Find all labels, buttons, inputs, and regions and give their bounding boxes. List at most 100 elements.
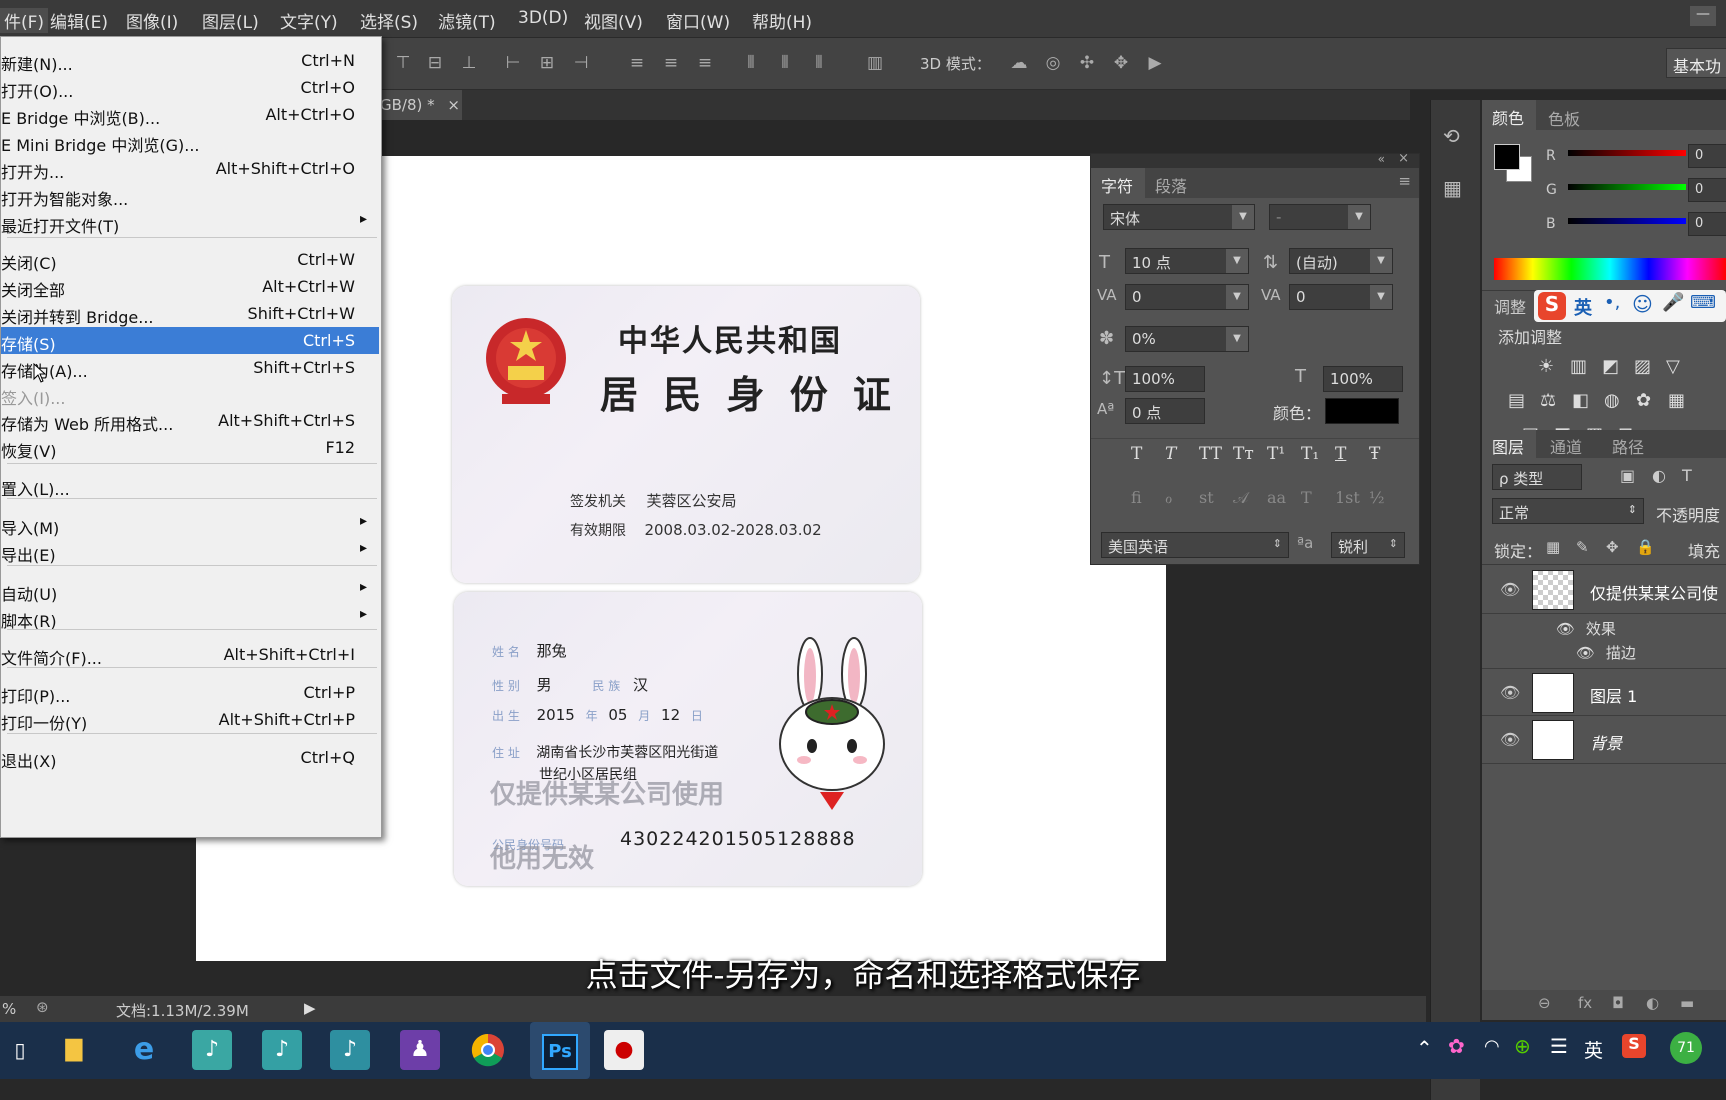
distribute-bottom-icon[interactable]: ≡ [694, 52, 716, 74]
brightness-icon[interactable]: ☀ [1538, 356, 1554, 377]
file-menu-item[interactable]: 导入(M) ▸ [1, 511, 379, 538]
sogou-logo-icon[interactable]: S [1538, 292, 1566, 320]
channel-mixer-icon[interactable]: ✿ [1636, 390, 1651, 411]
align-right-icon[interactable]: ⊣ [570, 52, 592, 74]
close-tab-icon[interactable]: × [447, 96, 460, 114]
document-tab[interactable]: GB/8) * × [380, 90, 462, 120]
app-miku-1-icon[interactable]: ♪ [192, 1030, 232, 1070]
tab-adjustments[interactable]: 调整 [1494, 294, 1526, 318]
layer-row[interactable]: 👁 背景 [1482, 716, 1726, 764]
b-slider[interactable] [1568, 218, 1686, 224]
close-icon[interactable]: × [1398, 151, 1409, 166]
link-layers-icon[interactable]: ⊖ [1538, 994, 1551, 1012]
ime-lang-indicator[interactable]: 英 [1574, 294, 1592, 320]
g-input[interactable]: 0 [1688, 178, 1726, 202]
file-menu-item[interactable]: 退出(X) Ctrl+Q [1, 744, 379, 771]
bw-icon[interactable]: ◧ [1572, 390, 1589, 411]
notification-icon[interactable]: ☰ [1550, 1034, 1568, 1058]
3d-pan-icon[interactable]: ✣ [1076, 52, 1098, 74]
font-style-select[interactable]: - ▼ [1269, 204, 1371, 230]
menu-select[interactable]: 选择(S) [360, 8, 418, 33]
3d-slide-icon[interactable]: ✥ [1110, 52, 1132, 74]
font-size-select[interactable]: 10 点 ▼ [1125, 248, 1249, 274]
workspace-selector[interactable]: 基本功 [1666, 48, 1726, 78]
distribute-hcenter-icon[interactable]: ⫴ [774, 52, 796, 74]
file-menu-item[interactable]: 打印(P)... Ctrl+P [1, 679, 379, 706]
file-menu-item[interactable]: 关闭全部 Alt+Ctrl+W [1, 273, 379, 300]
menu-window[interactable]: 窗口(W) [666, 8, 730, 33]
3d-rotate-icon[interactable]: ☁ [1008, 52, 1030, 74]
layer-name[interactable]: 仅提供某某公司使 [1590, 580, 1718, 604]
status-icon[interactable]: ⊛ [36, 998, 49, 1016]
opentype-button[interactable]: ½ [1369, 488, 1385, 507]
tsume-select[interactable]: 0% ▼ [1125, 326, 1249, 352]
add-mask-icon[interactable]: ◘ [1612, 994, 1624, 1012]
filter-adjust-icon[interactable]: ◐ [1652, 466, 1666, 485]
opentype-button[interactable]: fi [1131, 488, 1142, 507]
align-left-icon[interactable]: ⊢ [502, 52, 524, 74]
input-language-indicator[interactable]: 英 [1584, 1036, 1603, 1063]
color-spectrum[interactable] [1494, 258, 1726, 280]
opentype-button[interactable]: T [1301, 488, 1312, 507]
ime-toolbar[interactable]: S 英 •, ☺ 🎤 ⌨ [1534, 290, 1726, 322]
network-icon[interactable]: ◠ [1484, 1036, 1500, 1057]
file-menu-item[interactable]: E Mini Bridge 中浏览(G)... [1, 128, 379, 155]
align-bottom-icon[interactable]: ⊥ [458, 52, 480, 74]
emoji-icon[interactable]: ☺ [1632, 292, 1653, 316]
file-menu-item[interactable]: 置入(L)... [1, 472, 379, 499]
opentype-button[interactable]: st [1199, 488, 1214, 507]
file-menu-item[interactable]: 新建(N)... Ctrl+N [1, 47, 379, 74]
chrome-browser-icon[interactable] [468, 1030, 508, 1070]
text-style-button[interactable]: Tт [1233, 444, 1254, 464]
tab-character[interactable]: 字符 [1091, 168, 1145, 198]
3d-roll-icon[interactable]: ◎ [1042, 52, 1064, 74]
new-adjustment-icon[interactable]: ◐ [1646, 994, 1659, 1012]
file-menu-item[interactable]: 打开(O)... Ctrl+O [1, 74, 379, 101]
lock-move-icon[interactable]: ✥ [1606, 538, 1619, 556]
menu-filter[interactable]: 滤镜(T) [438, 8, 496, 33]
microphone-icon[interactable]: 🎤 [1662, 292, 1684, 313]
collapse-icon[interactable]: « [1378, 152, 1385, 166]
hue-icon[interactable]: ▤ [1508, 390, 1525, 411]
distribute-right-icon[interactable]: ⫴ [808, 52, 830, 74]
menu-type[interactable]: 文字(Y) [280, 8, 338, 33]
file-menu-item[interactable]: 最近打开文件(T) ▸ [1, 209, 379, 236]
file-menu-item[interactable]: 文件简介(F)... Alt+Shift+Ctrl+I [1, 641, 379, 668]
file-menu-item[interactable]: 脚本(R) ▸ [1, 604, 379, 631]
align-hcenter-icon[interactable]: ⊞ [536, 52, 558, 74]
b-input[interactable]: 0 [1688, 212, 1726, 236]
layer-name[interactable]: 图层 1 [1590, 683, 1637, 707]
status-menu-arrow-icon[interactable]: ▶ [304, 999, 316, 1017]
file-menu-item[interactable]: 导出(E) ▸ [1, 538, 379, 565]
menu-view[interactable]: 视图(V) [584, 8, 643, 33]
new-group-icon[interactable]: ▬ [1680, 994, 1694, 1012]
lookup-icon[interactable]: ▦ [1668, 390, 1685, 411]
file-menu-item[interactable]: 存储为 Web 所用格式... Alt+Shift+Ctrl+S [1, 407, 379, 434]
file-menu-item[interactable]: 存储为(A)... Shift+Ctrl+S [1, 354, 379, 381]
vibrance-icon[interactable]: ▽ [1666, 356, 1680, 377]
file-menu-item[interactable]: 关闭(C) Ctrl+W [1, 246, 379, 273]
file-menu-item[interactable]: 打开为智能对象... [1, 182, 379, 209]
tray-chevron-up-icon[interactable]: ⌃ [1416, 1036, 1433, 1060]
punctuation-icon[interactable]: •, [1604, 292, 1620, 313]
lock-all-icon[interactable]: 🔒 [1636, 538, 1655, 556]
distribute-left-icon[interactable]: ⫴ [740, 52, 762, 74]
fx-icon[interactable]: fx [1578, 994, 1592, 1012]
text-style-button[interactable]: Ŧ [1369, 444, 1380, 464]
panel-titlebar[interactable]: « × [1091, 151, 1419, 168]
eye-icon[interactable]: 👁 [1500, 580, 1520, 599]
tray-plus-icon[interactable]: ⊕ [1514, 1034, 1531, 1058]
keyboard-icon[interactable]: ⌨ [1690, 292, 1716, 313]
app-miku-2-icon[interactable]: ♪ [262, 1030, 302, 1070]
levels-icon[interactable]: ▥ [1570, 356, 1587, 377]
foreground-color-swatch[interactable] [1494, 144, 1520, 170]
tab-swatches[interactable]: 色板 [1548, 106, 1580, 130]
language-select[interactable]: 美国英语 ⇕ [1101, 532, 1289, 558]
screen-recorder-icon[interactable]: ● [604, 1030, 644, 1070]
layer-row[interactable]: 👁 仅提供某某公司使 [1482, 566, 1726, 614]
menu-help[interactable]: 帮助(H) [752, 8, 812, 33]
text-style-button[interactable]: T [1165, 444, 1176, 464]
file-menu-item[interactable]: 关闭并转到 Bridge... Shift+Ctrl+W [1, 300, 379, 327]
file-menu-item[interactable]: E Bridge 中浏览(B)... Alt+Ctrl+O [1, 101, 379, 128]
kerning-select[interactable]: 0 ▼ [1125, 284, 1249, 310]
